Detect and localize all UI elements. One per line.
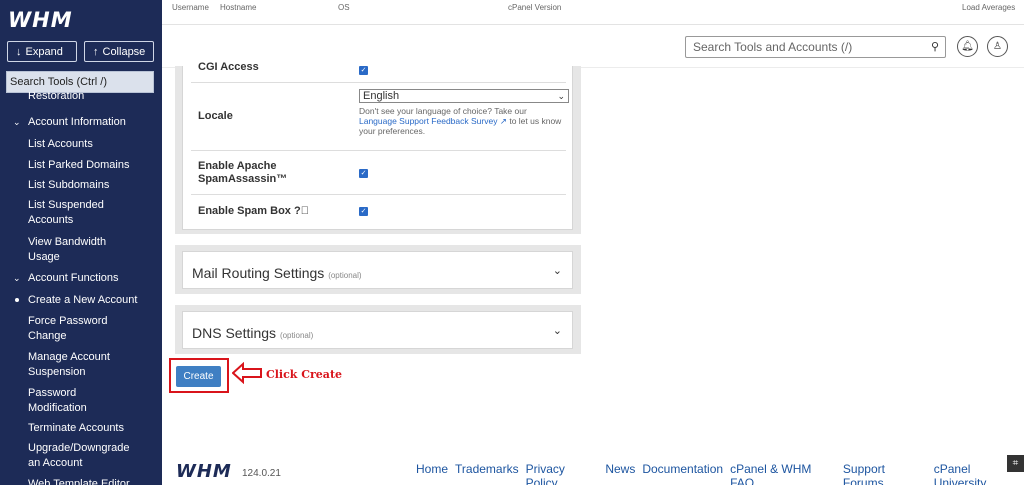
sidebar-item-password-modification[interactable]: Password Modification: [28, 386, 118, 416]
search-tools-input[interactable]: Search Tools (Ctrl /): [6, 71, 154, 93]
help-icon[interactable]: ?⃝: [294, 205, 309, 217]
sidebar-item-upgrade-downgrade[interactable]: Upgrade/Downgrade an Account: [28, 441, 133, 471]
locale-hint: Don't see your language of choice? Take …: [359, 106, 562, 136]
dns-settings-section[interactable]: DNS Settings (optional) ⌄: [175, 305, 581, 354]
search-accounts-input[interactable]: Search Tools and Accounts (/) ⚲: [685, 36, 946, 58]
click-create-annotation: Click Create: [266, 368, 343, 381]
arrow-down-icon: ↓: [16, 45, 22, 58]
settings-panel: CGI Access ✓ Locale English ⌄ Don't see …: [175, 61, 581, 234]
sidebar-item-list-parked-domains[interactable]: List Parked Domains: [28, 158, 153, 173]
os-label: OS: [338, 3, 350, 12]
sidebar-item-force-password-change[interactable]: Force Password Change: [28, 314, 123, 344]
footer-link-documentation[interactable]: Documentation: [642, 462, 723, 485]
footer-link-support-forums[interactable]: Support Forums: [843, 462, 927, 485]
sidebar-item-list-accounts[interactable]: List Accounts: [28, 137, 153, 152]
collapse-button[interactable]: ↑ Collapse: [84, 41, 154, 62]
spamassassin-label: Enable Apache SpamAssassin™: [198, 160, 288, 185]
cgi-access-checkbox[interactable]: ✓: [359, 66, 368, 75]
sidebar-item-create-new-account[interactable]: Create a New Account: [28, 293, 153, 308]
arrow-up-icon: ↑: [93, 45, 99, 58]
locale-label: Locale: [198, 110, 233, 122]
chevron-down-icon[interactable]: ⌄: [553, 264, 562, 277]
footer-link-trademarks[interactable]: Trademarks: [455, 462, 519, 485]
sidebar-item-restoration[interactable]: Restoration: [28, 92, 153, 100]
spambox-label: Enable Spam Box ?⃝: [198, 205, 309, 217]
footer-link-home[interactable]: Home: [416, 462, 448, 485]
spambox-checkbox[interactable]: ✓: [359, 207, 368, 216]
footer-link-privacy-policy[interactable]: Privacy Policy: [526, 462, 599, 485]
cpanel-version-label: cPanel Version: [508, 3, 562, 12]
chevron-down-icon[interactable]: ⌄: [553, 324, 562, 337]
sidebar-item-web-template-editor[interactable]: Web Template Editor: [28, 477, 153, 485]
search-icon[interactable]: ⚲: [931, 40, 939, 53]
create-button[interactable]: Create: [176, 366, 221, 387]
footer-whm-logo: WHM: [176, 461, 232, 482]
sidebar-item-manage-account-suspension[interactable]: Manage Account Suspension: [28, 350, 128, 380]
expand-button[interactable]: ↓ Expand: [7, 41, 77, 62]
spambox-row: Enable Spam Box ?⃝ ✓: [191, 195, 566, 229]
sidebar-group-account-information[interactable]: ⌄ Account Information: [13, 116, 126, 128]
sidebar: WHM ↓ Expand ↑ Collapse Search Tools (Ct…: [0, 0, 162, 485]
header: Search Tools and Accounts (/) ⚲ 🔔︎ ♙: [162, 25, 1024, 68]
footer-links: Home Trademarks Privacy Policy News Docu…: [416, 462, 1024, 485]
whm-logo[interactable]: WHM: [8, 8, 73, 32]
load-averages-label: Load Averages: [962, 3, 1016, 12]
footer-version: 124.0.21: [242, 468, 281, 479]
footer-link-faq[interactable]: cPanel & WHM FAQ: [730, 462, 836, 485]
dns-settings-title: DNS Settings (optional): [192, 325, 314, 341]
chevron-down-icon: ⌄: [13, 116, 21, 127]
sidebar-item-terminate-accounts[interactable]: Terminate Accounts: [28, 421, 153, 436]
spamassassin-row: Enable Apache SpamAssassin™ ✓: [191, 151, 566, 195]
mail-routing-section[interactable]: Mail Routing Settings (optional) ⌄: [175, 245, 581, 294]
locale-row: Locale English ⌄ Don't see your language…: [191, 83, 569, 151]
chevron-down-icon: ⌄: [557, 91, 565, 101]
sidebar-item-list-suspended-accounts[interactable]: List Suspended Accounts: [28, 198, 128, 228]
sidebar-item-list-subdomains[interactable]: List Subdomains: [28, 178, 153, 193]
language-survey-link[interactable]: Language Support Feedback Survey ↗: [359, 116, 507, 126]
sidebar-item-view-bandwidth-usage[interactable]: View Bandwidth Usage: [28, 235, 118, 265]
footer-link-news[interactable]: News: [605, 462, 635, 485]
server-info-bar: Username Hostname OS cPanel Version Load…: [162, 0, 1024, 25]
chart-icon[interactable]: ⌗: [1007, 455, 1024, 472]
locale-select[interactable]: English ⌄: [359, 89, 569, 103]
cgi-access-label: CGI Access: [198, 61, 259, 73]
notifications-bell-icon[interactable]: 🔔︎: [957, 36, 978, 57]
hostname-label: Hostname: [220, 3, 257, 12]
chevron-down-icon: ⌄: [13, 272, 21, 283]
arrow-left-icon: [232, 362, 262, 384]
cgi-access-row: CGI Access ✓: [191, 61, 566, 83]
username-label: Username: [172, 3, 209, 12]
sidebar-group-account-functions[interactable]: ⌄ Account Functions: [13, 272, 119, 284]
spamassassin-checkbox[interactable]: ✓: [359, 169, 368, 178]
external-link-icon: ↗: [499, 116, 507, 126]
active-bullet-icon: [15, 298, 19, 302]
user-icon[interactable]: ♙: [987, 36, 1008, 57]
mail-routing-title: Mail Routing Settings (optional): [192, 265, 362, 281]
create-highlight-box: Create: [169, 358, 229, 393]
